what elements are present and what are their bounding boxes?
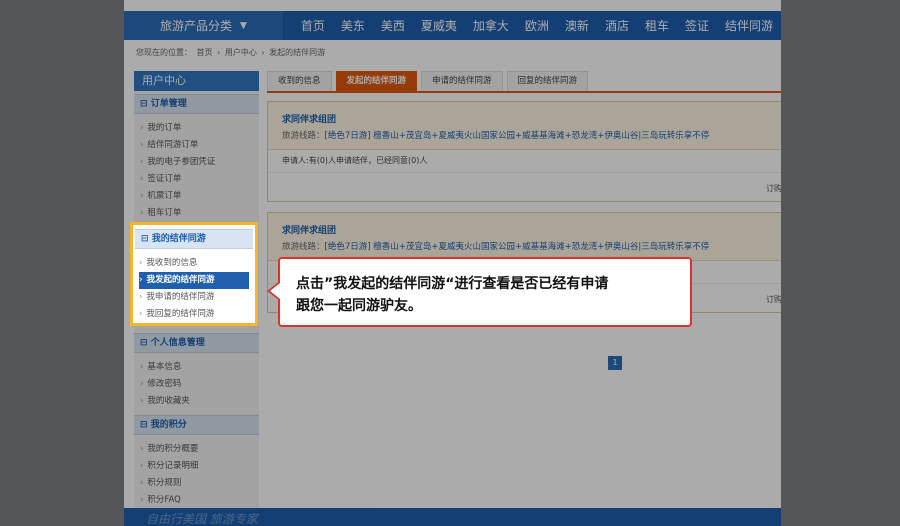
- callout-text-line2: 跟您一起同游驴友。: [296, 298, 422, 314]
- callout-text-line1: 点击”我发起的结伴同游“进行查看是否已经有申请: [296, 276, 609, 292]
- sidebar-section-my-companion[interactable]: ⊟ 我的结伴同游: [135, 229, 253, 249]
- sidebar-item-applied-companion[interactable]: 我申请的结伴同游: [139, 289, 253, 306]
- highlighted-section: ⊟ 我的结伴同游 我收到的信息 我发起的结伴同游 我申请的结伴同游 我回复的结伴…: [130, 222, 258, 326]
- callout-pointer-inner: [270, 283, 280, 299]
- sidebar-item-replied-companion[interactable]: 我回复的结伴同游: [139, 306, 253, 323]
- sidebar-list-my-companion: 我收到的信息 我发起的结伴同游 我申请的结伴同游 我回复的结伴同游: [133, 249, 255, 323]
- sidebar-item-initiated-companion[interactable]: 我发起的结伴同游: [139, 272, 249, 289]
- sidebar-item-received-info[interactable]: 我收到的信息: [139, 255, 253, 272]
- tutorial-callout: 点击”我发起的结伴同游“进行查看是否已经有申请 跟您一起同游驴友。: [267, 257, 692, 327]
